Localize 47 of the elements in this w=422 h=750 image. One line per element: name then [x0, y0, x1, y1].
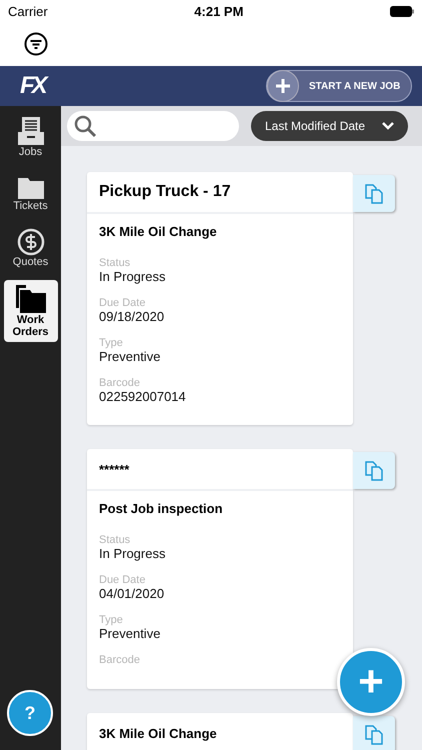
sidebar-item[interactable]: Tickets	[4, 170, 58, 216]
plus-icon	[267, 70, 299, 102]
copy-icon	[364, 724, 384, 744]
field-value: Preventive	[99, 626, 162, 641]
card-subtitle: 3K Mile Oil Change	[99, 224, 218, 239]
field-value: 022592007014	[99, 389, 187, 404]
field-label: Barcode	[99, 377, 141, 389]
work-order-card[interactable]: 3K Mile Oil Change	[87, 713, 353, 750]
chevron-down-icon	[382, 122, 394, 130]
sidebar-item[interactable]: Jobs	[4, 112, 58, 162]
copy-button[interactable]	[353, 716, 395, 750]
sidebar-item[interactable]: Work Orders	[4, 280, 58, 342]
field-label: Type	[99, 614, 124, 626]
copy-icon	[364, 460, 384, 480]
search-field[interactable]	[67, 111, 239, 141]
drawer-icon	[16, 116, 44, 146]
card-subtitle: Post Job inspection	[99, 501, 224, 516]
field-value: In Progress	[99, 269, 166, 284]
card-title: Pickup Truck - 17	[99, 183, 231, 201]
field-label: Due Date	[99, 297, 146, 309]
field-value: 04/01/2020	[99, 586, 166, 601]
battery-icon	[390, 6, 414, 16]
dollar-icon	[16, 228, 44, 256]
field-label: Type	[99, 337, 124, 349]
app-logo: FX	[20, 72, 45, 100]
search-icon	[73, 114, 97, 138]
field-label: Due Date	[99, 574, 146, 586]
work-order-card[interactable]: ****** Post Job inspection Status In Progress Due Date 04/01/2020 Type Preventive Barcode	[87, 449, 353, 689]
carrier-label: Carrier	[8, 4, 48, 18]
work-order-card[interactable]: Pickup Truck - 17 3K Mile Oil Change Status In Progress Due Date 09/18/2020 Type Preventive Barcode 022592007014	[87, 172, 353, 425]
sort-dropdown[interactable]: Last Modified Date	[251, 111, 408, 141]
field-value: Preventive	[99, 349, 162, 364]
folders-icon	[14, 284, 46, 314]
sidebar-item[interactable]: Quotes	[4, 224, 58, 272]
card-title: ******	[99, 462, 130, 476]
copy-icon	[364, 184, 384, 204]
field-label: Barcode	[99, 654, 141, 666]
copy-button[interactable]	[353, 175, 395, 212]
filter-icon[interactable]	[24, 32, 48, 56]
field-value: In Progress	[99, 546, 166, 561]
field-value: 09/18/2020	[99, 309, 166, 324]
card-title: 3K Mile Oil Change	[99, 726, 217, 740]
start-new-job-button[interactable]: START A NEW JOB	[266, 70, 412, 102]
clock: 4:21 PM	[194, 4, 244, 18]
field-label: Status	[99, 257, 132, 269]
field-label: Status	[99, 534, 132, 546]
copy-button[interactable]	[353, 452, 395, 489]
